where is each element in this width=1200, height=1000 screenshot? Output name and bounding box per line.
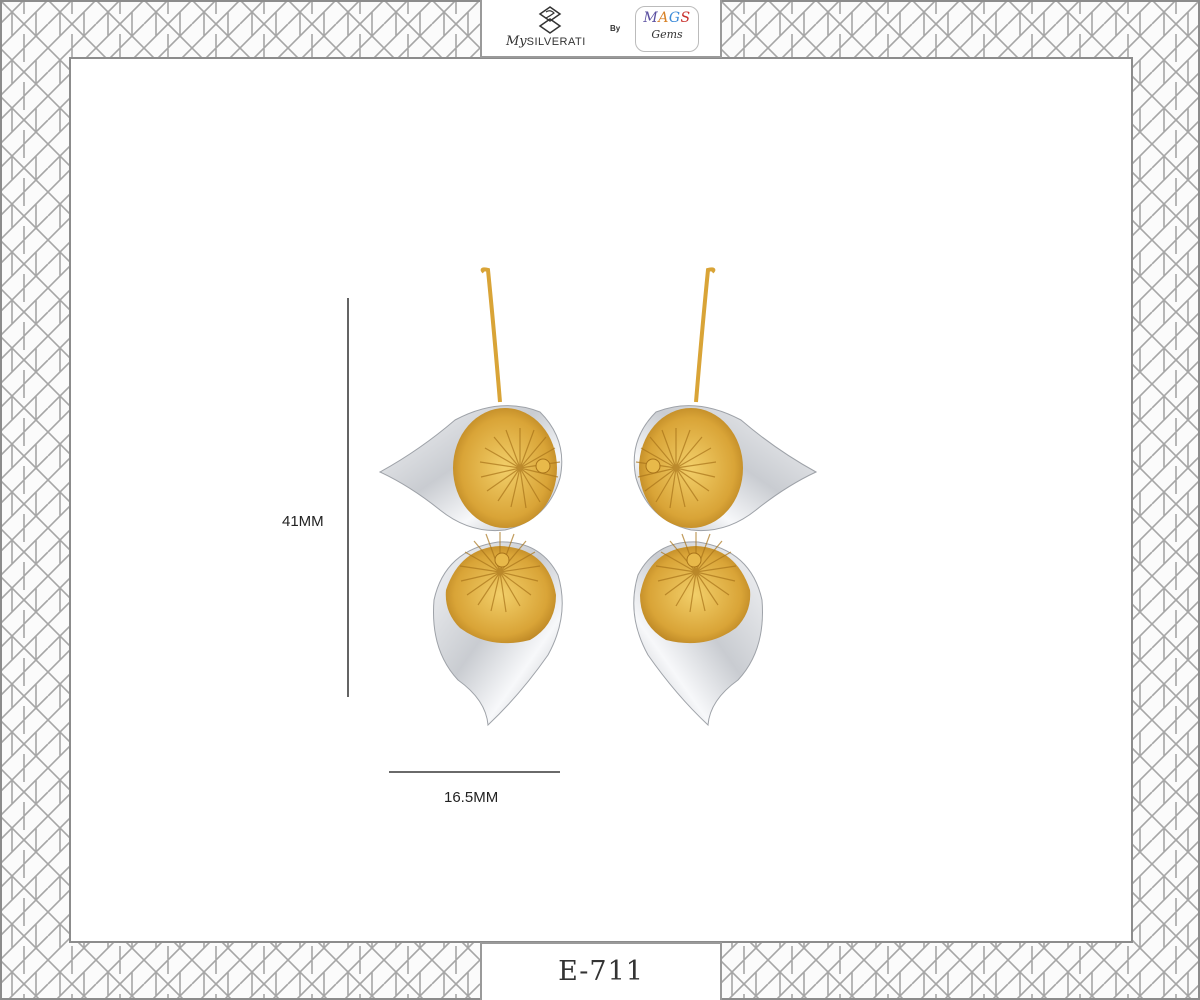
left-upper-gold-bead — [535, 458, 551, 474]
right-lower-gold-bead — [686, 552, 702, 568]
right-upper-gold-bead — [645, 458, 661, 474]
right-ear-wire — [694, 267, 716, 403]
left-lower-gold-bead — [494, 552, 510, 568]
left-ear-wire — [480, 267, 502, 403]
left-earring — [378, 267, 563, 727]
right-earring — [633, 267, 818, 727]
earrings-product-image — [378, 267, 818, 727]
